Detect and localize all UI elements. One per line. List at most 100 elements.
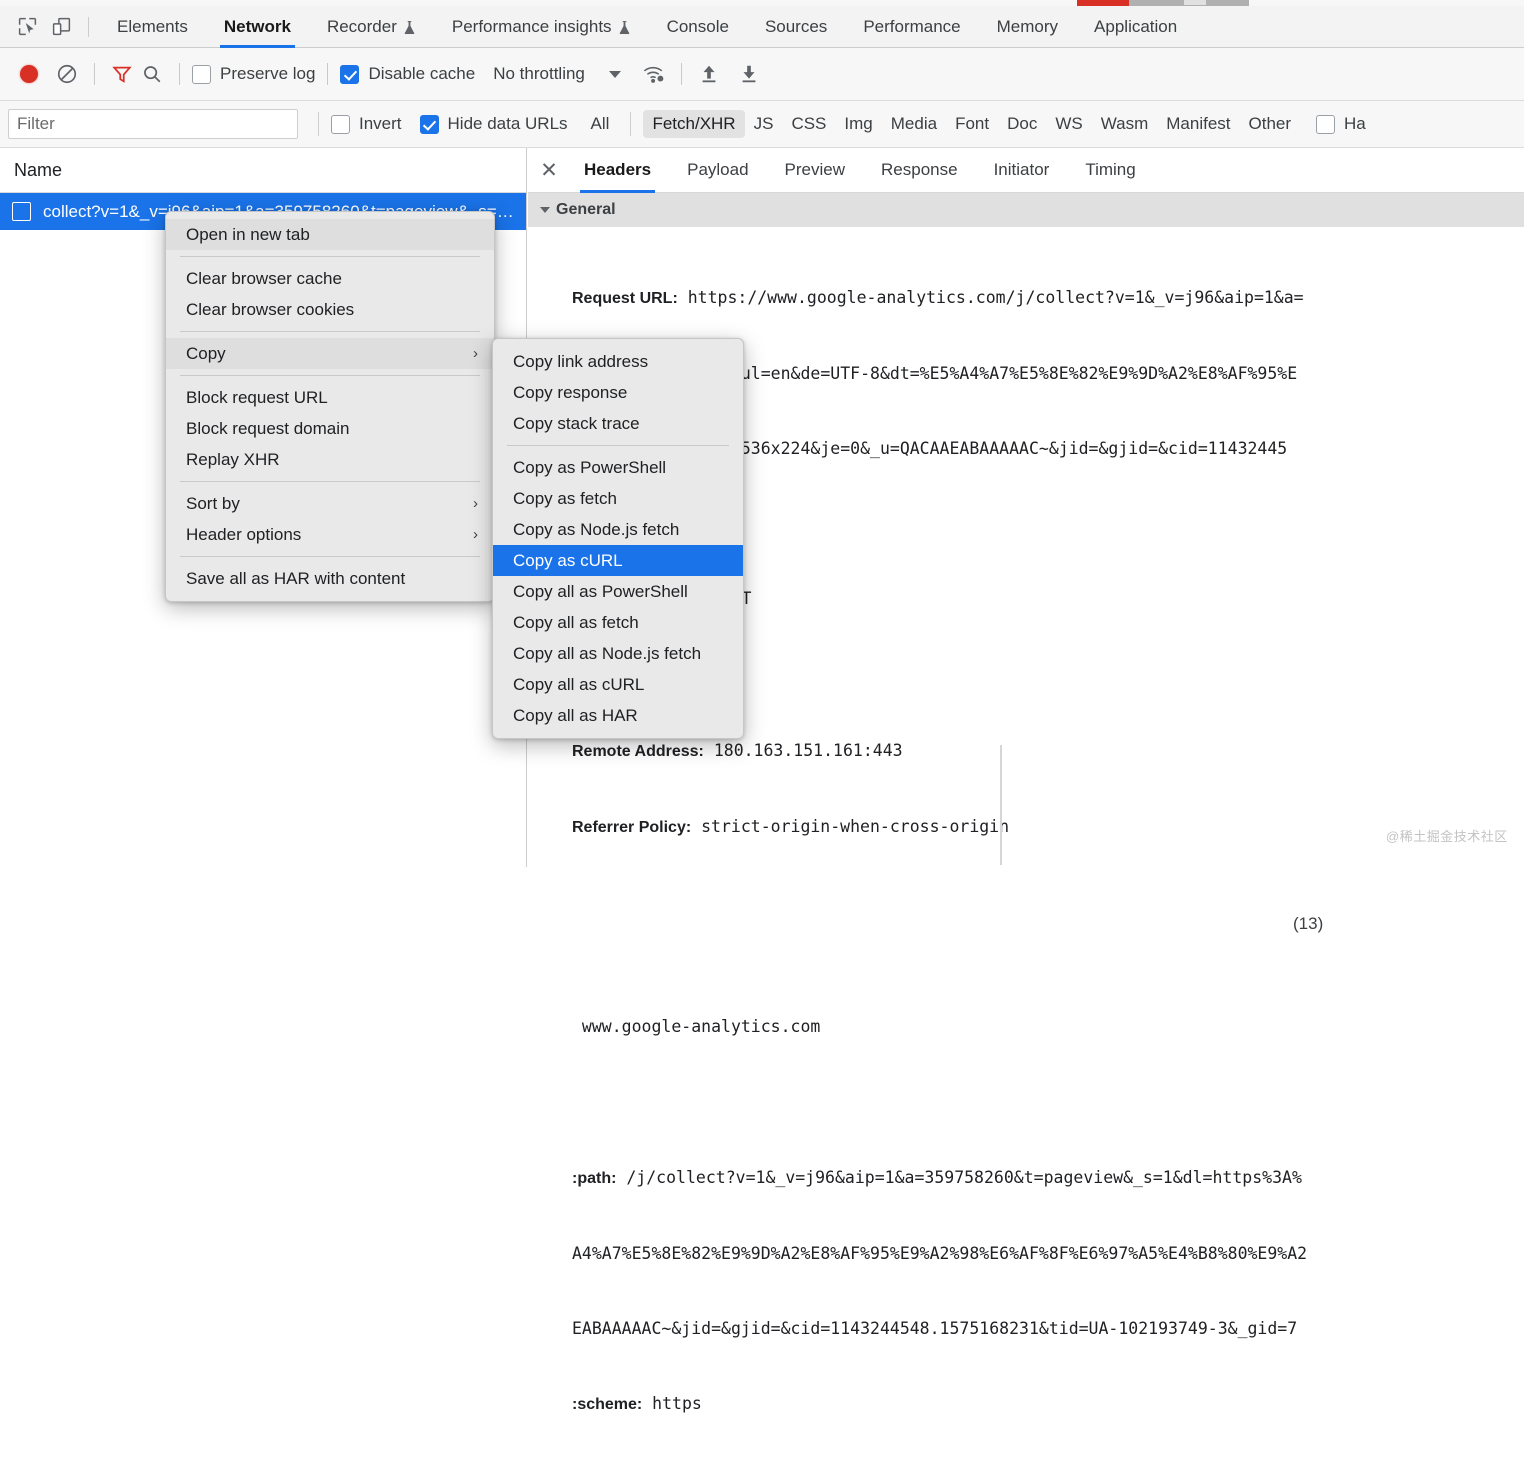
filter-type-fetch-xhr[interactable]: Fetch/XHR [643, 110, 744, 138]
menu-item-header-options[interactable]: Header options › [166, 519, 494, 550]
filter-type-ws[interactable]: WS [1046, 110, 1091, 138]
tab-performance-insights[interactable]: Performance insights [434, 6, 649, 48]
close-icon[interactable]: ✕ [532, 153, 566, 187]
flask-icon [618, 20, 631, 35]
clear-button[interactable] [52, 59, 82, 89]
filter-type-wasm[interactable]: Wasm [1092, 110, 1158, 138]
menu-item-open-in-new-tab[interactable]: Open in new tab [166, 219, 494, 250]
disable-cache-checkbox[interactable]: Disable cache [340, 64, 475, 84]
header-key: Referrer Policy: [572, 819, 691, 836]
menu-item-label: Copy as PowerShell [513, 458, 666, 478]
menu-item-replay-xhr[interactable]: Replay XHR [166, 444, 494, 475]
disable-cache-box[interactable] [340, 65, 359, 84]
record-button[interactable] [20, 65, 38, 83]
menu-item-copy[interactable]: Copy › [166, 338, 494, 369]
submenu-item-copy-all-as-curl[interactable]: Copy all as cURL [493, 669, 743, 700]
menu-item-block-request-url[interactable]: Block request URL [166, 382, 494, 413]
filter-type-img[interactable]: Img [835, 110, 881, 138]
tab-timing[interactable]: Timing [1067, 148, 1153, 193]
section-general[interactable]: General [528, 193, 1524, 227]
tab-preview[interactable]: Preview [767, 148, 863, 193]
network-conditions-icon[interactable] [639, 59, 669, 89]
filter-type-label: Font [955, 114, 989, 133]
submenu-item-copy-stack-trace[interactable]: Copy stack trace [493, 408, 743, 439]
tab-elements[interactable]: Elements [99, 6, 206, 48]
tab-initiator[interactable]: Initiator [976, 148, 1068, 193]
tab-recorder[interactable]: Recorder [309, 6, 434, 48]
invert-box[interactable] [331, 115, 350, 134]
section-request-headers[interactable]: (13) [528, 904, 1524, 946]
tab-response[interactable]: Response [863, 148, 976, 193]
chevron-right-icon: › [473, 345, 478, 362]
section-title: General [556, 201, 616, 219]
submenu-item-copy-all-as-powershell[interactable]: Copy all as PowerShell [493, 576, 743, 607]
filter-type-font[interactable]: Font [946, 110, 998, 138]
submenu-item-copy-all-as-nodejs-fetch[interactable]: Copy all as Node.js fetch [493, 638, 743, 669]
export-har-icon[interactable] [734, 59, 764, 89]
filter-type-doc[interactable]: Doc [998, 110, 1046, 138]
hide-data-urls-box[interactable] [420, 115, 439, 134]
filter-type-other[interactable]: Other [1240, 110, 1301, 138]
scrollbar[interactable] [1000, 745, 1002, 865]
filter-type-media[interactable]: Media [882, 110, 946, 138]
tab-network[interactable]: Network [206, 6, 309, 48]
filter-type-all[interactable]: All [582, 110, 619, 138]
menu-item-label: Copy all as cURL [513, 675, 644, 695]
menu-item-clear-browser-cookies[interactable]: Clear browser cookies [166, 294, 494, 325]
import-har-icon[interactable] [694, 59, 724, 89]
filter-type-label: Doc [1007, 114, 1037, 133]
tab-label: Console [667, 17, 729, 37]
filter-type-manifest[interactable]: Manifest [1157, 110, 1239, 138]
chevron-down-icon[interactable] [609, 71, 621, 78]
inspect-cursor-icon[interactable] [10, 12, 44, 42]
context-submenu: Copy link address Copy response Copy sta… [492, 338, 744, 739]
filter-type-label: Img [844, 114, 872, 133]
hide-data-urls-checkbox[interactable]: Hide data URLs [420, 114, 568, 134]
menu-item-clear-browser-cache[interactable]: Clear browser cache [166, 263, 494, 294]
submenu-item-copy-as-curl[interactable]: Copy as cURL [493, 545, 743, 576]
menu-item-sort-by[interactable]: Sort by › [166, 488, 494, 519]
header-line: www.google-analytics.com [572, 1014, 1524, 1039]
has-blocked-cookies-box[interactable] [1316, 115, 1335, 134]
menu-item-label: Open in new tab [186, 225, 310, 245]
submenu-item-copy-as-nodejs-fetch[interactable]: Copy as Node.js fetch [493, 514, 743, 545]
invert-checkbox[interactable]: Invert [331, 114, 402, 134]
submenu-item-copy-link-address[interactable]: Copy link address [493, 346, 743, 377]
submenu-item-copy-all-as-har[interactable]: Copy all as HAR [493, 700, 743, 731]
tab-headers[interactable]: Headers [566, 148, 669, 193]
submenu-item-copy-all-as-fetch[interactable]: Copy all as fetch [493, 607, 743, 638]
menu-item-label: Copy all as HAR [513, 706, 638, 726]
flask-icon [403, 20, 416, 35]
filter-type-label: Wasm [1101, 114, 1149, 133]
menu-item-save-all-as-har[interactable]: Save all as HAR with content [166, 563, 494, 594]
tab-label: Application [1094, 17, 1177, 37]
tab-application[interactable]: Application [1076, 6, 1195, 48]
detail-tab-label: Response [881, 160, 958, 180]
tab-payload[interactable]: Payload [669, 148, 766, 193]
filter-button[interactable] [107, 59, 137, 89]
row-checkbox[interactable] [12, 202, 31, 221]
tab-performance[interactable]: Performance [845, 6, 978, 48]
preserve-log-checkbox[interactable]: Preserve log [192, 64, 315, 84]
menu-item-block-request-domain[interactable]: Block request domain [166, 413, 494, 444]
search-button[interactable] [137, 59, 167, 89]
filter-type-css[interactable]: CSS [782, 110, 835, 138]
preserve-log-box[interactable] [192, 65, 211, 84]
device-toolbar-icon[interactable] [44, 12, 78, 42]
submenu-item-copy-response[interactable]: Copy response [493, 377, 743, 408]
menu-item-label: Header options [186, 525, 301, 545]
tab-sources[interactable]: Sources [747, 6, 845, 48]
throttling-select[interactable]: No throttling [493, 64, 585, 84]
chevron-right-icon: › [473, 526, 478, 543]
tab-console[interactable]: Console [649, 6, 747, 48]
header-line: :path: /j/collect?v=1&_v=j96&aip=1&a=359… [572, 1165, 1524, 1191]
search-input[interactable] [8, 109, 298, 139]
header-line: Remote Address: 180.163.151.161:443 [572, 738, 1524, 764]
tab-memory[interactable]: Memory [979, 6, 1076, 48]
has-blocked-cookies-checkbox[interactable]: Ha [1316, 114, 1366, 134]
filter-type-js[interactable]: JS [745, 110, 783, 138]
hide-data-urls-label: Hide data URLs [448, 114, 568, 134]
menu-item-label: Copy all as PowerShell [513, 582, 688, 602]
submenu-item-copy-as-fetch[interactable]: Copy as fetch [493, 483, 743, 514]
submenu-item-copy-as-powershell[interactable]: Copy as PowerShell [493, 452, 743, 483]
